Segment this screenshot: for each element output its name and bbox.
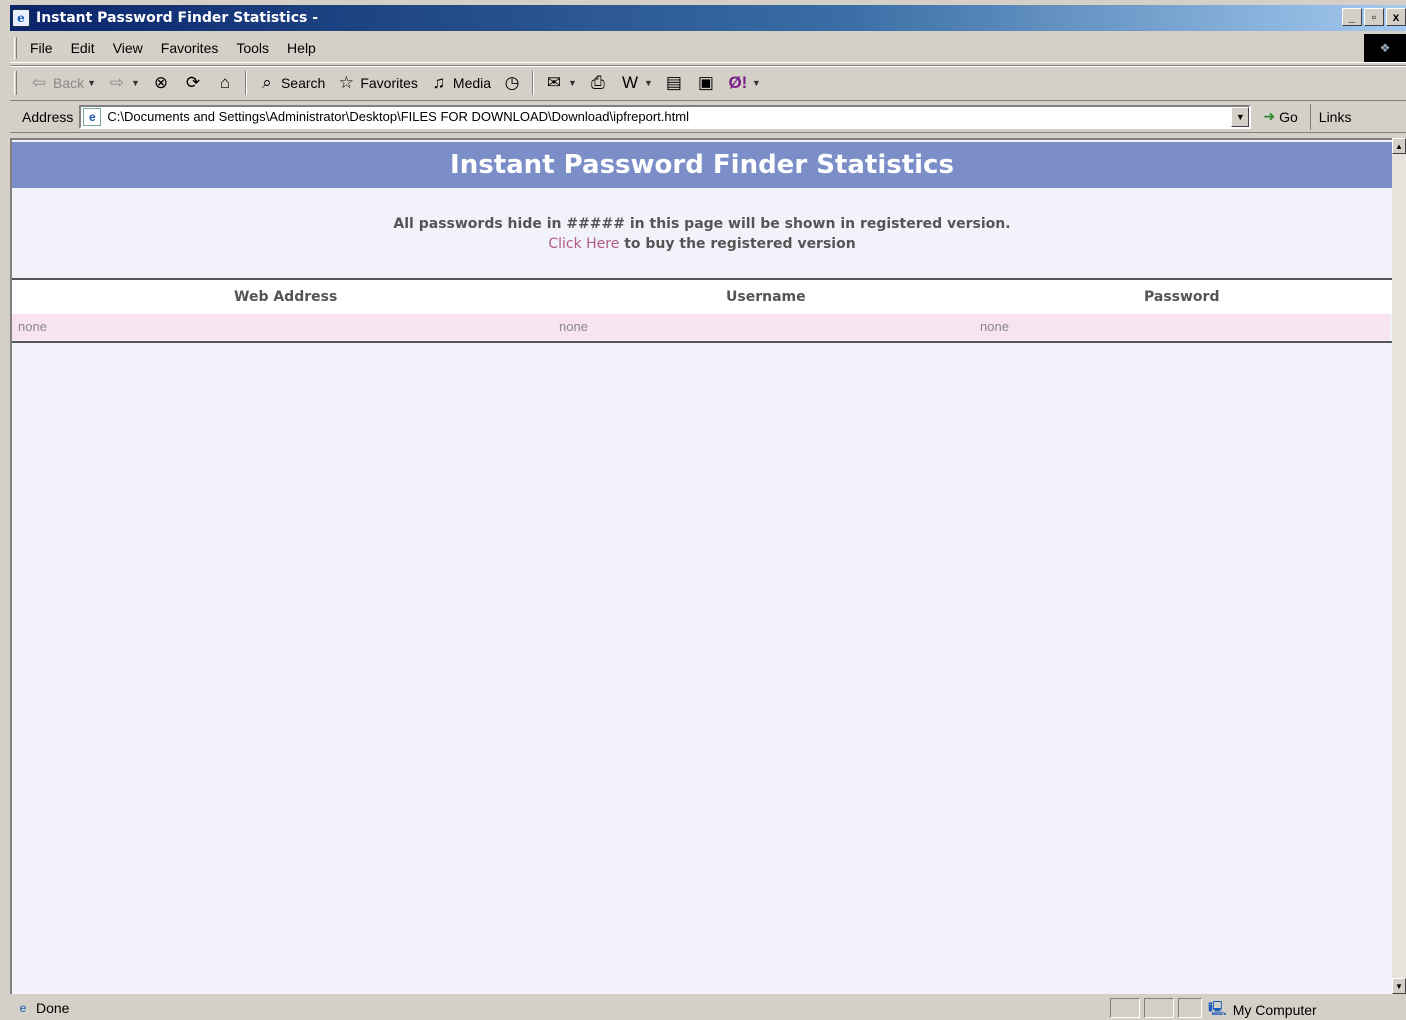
chevron-down-icon[interactable]: ▼ [644, 78, 653, 88]
links-button[interactable]: Links [1309, 103, 1351, 130]
yahoo-button[interactable]: Ø! ▼ [722, 69, 766, 97]
notice-line2: Click Here to buy the registered version [12, 234, 1392, 254]
menu-help[interactable]: Help [280, 37, 323, 59]
page-icon: e [83, 107, 102, 126]
address-dropdown-button[interactable]: ▼ [1231, 106, 1250, 127]
column-header-username: Username [726, 289, 806, 305]
page-content: Instant Password Finder Statistics All p… [10, 138, 1392, 994]
chevron-down-icon[interactable]: ▼ [752, 78, 761, 88]
standard-toolbar: ⇦ Back ▼ ⇨ ▼ ⊗ ⟳ ⌂ ⌕ Search ☆ Favorites … [10, 65, 1406, 101]
page-heading: Instant Password Finder Statistics [12, 142, 1392, 188]
status-panel [1178, 998, 1202, 1018]
status-panel [1144, 998, 1174, 1018]
window-title: Instant Password Finder Statistics - [36, 10, 319, 26]
address-bar: Address e C:\Documents and Settings\Admi… [10, 101, 1406, 133]
stop-icon: ⊗ [153, 73, 169, 92]
discuss-icon: ▤ [665, 73, 682, 92]
chevron-down-icon[interactable]: ▼ [568, 78, 577, 88]
back-label: Back [53, 75, 85, 91]
table-bottom-border [12, 341, 1392, 343]
chevron-down-icon[interactable]: ▼ [87, 78, 96, 88]
menu-edit[interactable]: Edit [64, 37, 102, 59]
mail-button[interactable]: ✉ ▼ [538, 69, 582, 97]
favorites-label: Favorites [360, 75, 418, 91]
search-label: Search [280, 75, 326, 91]
home-button[interactable]: ⌂ [209, 69, 241, 97]
word-edit-icon: W [621, 73, 638, 92]
menu-favorites[interactable]: Favorites [154, 37, 226, 59]
media-label: Media [452, 75, 492, 91]
go-button[interactable]: ➜ Go [1251, 108, 1309, 125]
my-computer-icon: 🖳 [1208, 1000, 1227, 1016]
print-icon: ⎙ [591, 73, 605, 92]
search-icon: ⌕ [262, 73, 272, 92]
chevron-down-icon[interactable]: ▼ [131, 78, 140, 88]
forward-arrow-icon: ⇨ [109, 73, 125, 92]
messenger-button[interactable]: ▣ [690, 69, 722, 97]
table-header-row: Web Address Username Password [12, 280, 1392, 314]
zone-label: My Computer [1232, 1002, 1317, 1018]
ie-app-icon[interactable]: e [12, 9, 30, 27]
notice-line2-text: to buy the registered version [619, 236, 856, 252]
go-arrow-icon: ➜ [1263, 108, 1276, 124]
close-button[interactable]: x [1386, 8, 1406, 26]
minimize-button[interactable]: _ [1342, 8, 1362, 26]
toolbar-separator [532, 71, 535, 95]
search-button[interactable]: ⌕ Search [251, 69, 330, 97]
scroll-down-arrow-icon[interactable]: ▼ [1392, 978, 1406, 994]
yahoo-icon: Ø! [728, 73, 748, 92]
home-icon: ⌂ [219, 73, 231, 92]
table-row: none none none [12, 314, 1390, 340]
media-icon: ♫ [432, 73, 446, 92]
discuss-button[interactable]: ▤ [658, 69, 690, 97]
cell-password: none [980, 319, 1009, 334]
history-button[interactable]: ◷ [496, 69, 528, 97]
notice: All passwords hide in ##### in this page… [12, 214, 1392, 254]
status-bar: e Done 🖳 My Computer [10, 996, 1406, 1020]
address-input[interactable]: e C:\Documents and Settings\Administrato… [79, 104, 1252, 129]
menu-grip[interactable] [14, 36, 17, 59]
windows-logo-icon: ❖ [1364, 34, 1406, 62]
refresh-icon: ⟳ [185, 73, 201, 92]
address-label: Address [22, 108, 74, 125]
favorites-button[interactable]: ☆ Favorites [330, 69, 423, 97]
toolbar-separator [244, 71, 247, 95]
click-here-link[interactable]: Click Here [548, 236, 619, 252]
favorites-icon: ☆ [338, 73, 354, 92]
go-label: Go [1279, 108, 1298, 125]
cell-username: none [559, 319, 588, 334]
refresh-button[interactable]: ⟳ [177, 69, 209, 97]
media-button[interactable]: ♫ Media [423, 69, 496, 97]
back-arrow-icon: ⇦ [31, 73, 47, 92]
cell-web-address: none [18, 319, 47, 334]
status-panel [1110, 998, 1140, 1018]
title-bar: e Instant Password Finder Statistics - _… [10, 5, 1406, 31]
address-url[interactable]: C:\Documents and Settings\Administrator\… [107, 109, 689, 124]
menu-bar: File Edit View Favorites Tools Help ❖ [10, 33, 1406, 63]
maximize-button[interactable]: ▫ [1364, 8, 1384, 26]
back-button[interactable]: ⇦ Back ▼ [23, 69, 101, 97]
menu-file[interactable]: File [23, 37, 60, 59]
column-header-password: Password [1144, 289, 1220, 305]
vertical-scrollbar[interactable]: ▲ ▼ [1392, 138, 1406, 994]
security-zone: 🖳 My Computer [1208, 998, 1317, 1020]
messenger-icon: ▣ [697, 73, 714, 92]
menu-tools[interactable]: Tools [229, 37, 276, 59]
forward-button[interactable]: ⇨ ▼ [101, 69, 145, 97]
mail-icon: ✉ [546, 73, 562, 92]
notice-line1: All passwords hide in ##### in this page… [393, 216, 1011, 232]
toolbar-grip[interactable] [14, 71, 17, 95]
column-header-web-address: Web Address [234, 289, 338, 305]
stop-button[interactable]: ⊗ [145, 69, 177, 97]
scroll-up-arrow-icon[interactable]: ▲ [1392, 138, 1406, 154]
edit-button[interactable]: W ▼ [614, 69, 658, 97]
menu-view[interactable]: View [106, 37, 150, 59]
status-text: Done [36, 1000, 70, 1016]
page-done-icon: e [19, 1001, 27, 1015]
print-button[interactable]: ⎙ [582, 69, 614, 97]
history-icon: ◷ [504, 73, 520, 92]
